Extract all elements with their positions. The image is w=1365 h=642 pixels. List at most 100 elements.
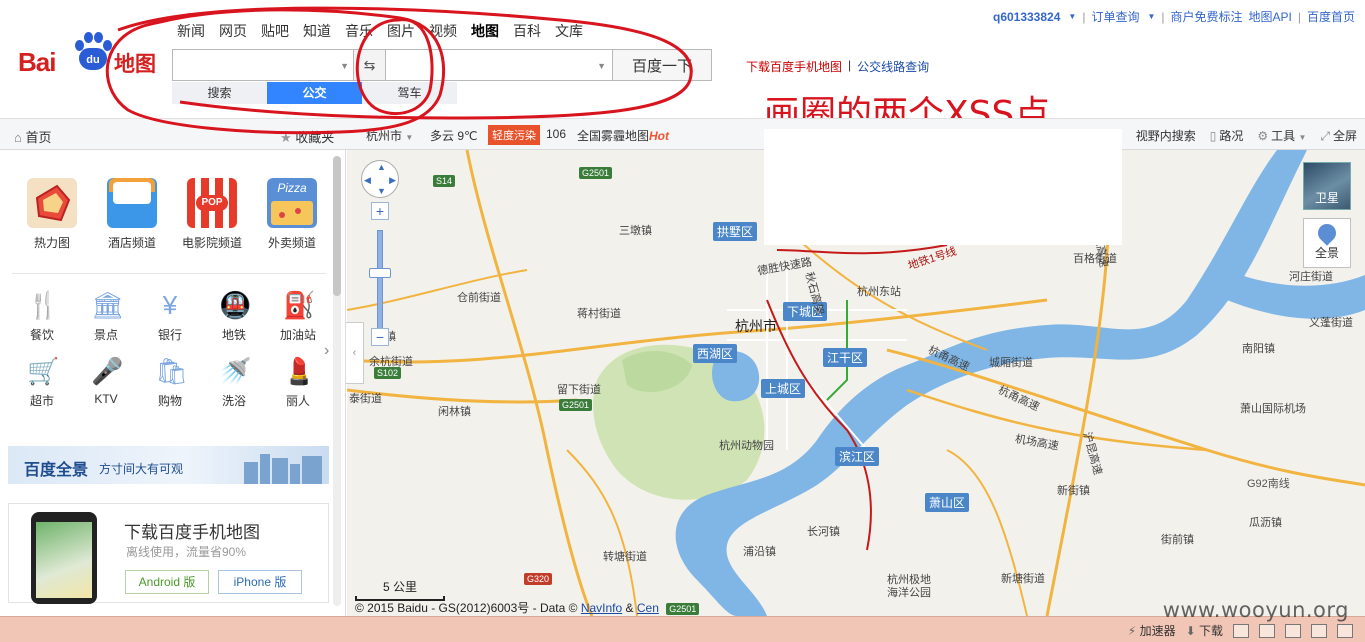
chevron-right-icon[interactable]: ›	[324, 342, 329, 360]
district-label[interactable]: 西湖区	[693, 344, 738, 363]
trash-icon[interactable]	[1259, 623, 1275, 638]
baidu-map-logo[interactable]: Bai du 地图	[18, 30, 158, 77]
nav-zhidao[interactable]: 知道	[296, 21, 338, 41]
nav-map[interactable]: 地图	[464, 21, 506, 41]
category-beauty[interactable]: 💄 丽人	[266, 356, 330, 409]
satellite-toggle[interactable]: 卫星	[1303, 162, 1351, 210]
star-icon: ★	[280, 130, 296, 145]
category-supermarket[interactable]: 🛒 超市	[10, 356, 74, 409]
category-shopping[interactable]: 🛍 购物	[138, 356, 202, 409]
navinfo-link[interactable]: NavInfo	[581, 601, 622, 615]
category-dining[interactable]: 🍴 餐饮	[10, 290, 74, 343]
chevron-down-icon: ▼	[405, 133, 414, 142]
search-button[interactable]: 百度一下	[612, 49, 712, 81]
panel-collapse-toggle[interactable]: ‹	[346, 322, 364, 384]
fullscreen-button[interactable]: ⤢ 全屏	[1320, 127, 1357, 144]
category-bath[interactable]: 🚿 洗浴	[202, 356, 266, 409]
heatmap-channel[interactable]: 热力图	[12, 178, 92, 251]
nav-tieba[interactable]: 贴吧	[254, 21, 296, 41]
category-gas-station[interactable]: ⛽ 加油站	[266, 290, 330, 343]
iphone-download-button[interactable]: iPhone 版	[218, 570, 302, 594]
place-label: 南阳镇	[1242, 343, 1275, 355]
chevron-down-icon[interactable]: ▼	[1068, 12, 1076, 21]
merchant-link[interactable]: 商户免费标注	[1171, 8, 1243, 25]
chevron-down-icon[interactable]: ▼	[1147, 12, 1155, 21]
start-point-input[interactable]: ▼	[172, 49, 353, 81]
watermark: www.wooyun.org	[1162, 598, 1349, 622]
highway-shield: G2501	[579, 167, 613, 179]
city-selector[interactable]: 杭州市 ▼	[366, 127, 413, 144]
hotel-channel[interactable]: 酒店频道	[92, 178, 172, 251]
baidu-home-link[interactable]: 百度首页	[1307, 8, 1355, 25]
category-subway[interactable]: 🚇 地铁	[202, 290, 266, 343]
category-ktv[interactable]: 🎤 KTV	[74, 356, 138, 409]
pan-control[interactable]: ▲ ▼ ◀ ▶	[361, 160, 399, 198]
view-search-button[interactable]: 视野内搜索	[1136, 127, 1196, 144]
download-app-link[interactable]: 下载百度手机地图	[746, 58, 842, 75]
download-button[interactable]: ⬇ 下载	[1186, 622, 1223, 639]
tab-drive[interactable]: 驾车	[362, 82, 457, 104]
nav-baike[interactable]: 百科	[506, 21, 548, 41]
nav-web[interactable]: 网页	[212, 21, 254, 41]
username-link[interactable]: q601333824	[993, 10, 1060, 24]
cen-link[interactable]: Cen	[637, 601, 659, 615]
window-button[interactable]	[1285, 623, 1301, 638]
takeout-channel[interactable]: Pizza 外卖频道	[252, 178, 332, 251]
traffic-button[interactable]: ▯ 路况	[1210, 127, 1244, 144]
order-query-link[interactable]: 订单查询	[1091, 8, 1139, 25]
district-label[interactable]: 江干区	[823, 348, 868, 367]
favorites-link[interactable]: ★ 收藏夹	[280, 127, 334, 146]
map-city-label: 杭州市	[735, 319, 777, 335]
route-search-bar: ▼ ⇆ ▼ 百度一下	[172, 49, 712, 81]
nav-news[interactable]: 新闻	[170, 21, 212, 41]
category-bank[interactable]: ¥ 银行	[138, 290, 202, 343]
highway-shield: S102	[374, 367, 402, 379]
tab-bus[interactable]: 公交	[267, 82, 362, 104]
nav-music[interactable]: 音乐	[338, 21, 380, 41]
place-label: 三墩镇	[619, 225, 652, 237]
zoom-slider-thumb[interactable]	[369, 268, 391, 278]
home-link[interactable]: ⌂ 首页	[14, 127, 51, 146]
category-scenic[interactable]: 🏛 景点	[74, 290, 138, 343]
fog-map-link[interactable]: 全国雾霾地图Hot	[577, 127, 669, 144]
android-download-button[interactable]: Android 版	[125, 570, 209, 594]
money-bag-icon: ¥	[162, 290, 178, 320]
nav-wenku[interactable]: 文库	[548, 21, 590, 41]
cinema-channel[interactable]: POP 电影院频道	[172, 178, 252, 251]
bus-route-query-link[interactable]: 公交线路查询	[857, 58, 929, 75]
category-grid: 🍴 餐饮 🏛 景点 ¥ 银行 🚇 地铁 ⛽ 加油站 🛒 超市 🎤 KTV 🛍 购物 🚿 洗浴 💄 丽…	[10, 290, 330, 409]
district-label[interactable]: 滨江区	[835, 447, 880, 466]
end-point-input[interactable]: ▼	[386, 49, 612, 81]
window-button[interactable]	[1311, 623, 1327, 638]
tab-search[interactable]: 搜索	[172, 82, 267, 104]
district-label[interactable]: 上城区	[761, 379, 806, 398]
logo-suffix: 地图	[114, 52, 156, 76]
divider	[12, 273, 326, 274]
accelerator-button[interactable]: ⚡ 加速器	[1128, 622, 1176, 639]
gear-icon: ⚙	[1257, 129, 1269, 143]
window-button[interactable]	[1233, 623, 1249, 638]
panel-scrollbar[interactable]	[333, 156, 341, 606]
panorama-banner[interactable]: 百度全景 方寸间大有可观	[8, 446, 329, 484]
fullscreen-icon: ⤢	[1320, 129, 1330, 143]
chevron-down-icon[interactable]: ▼	[597, 61, 606, 71]
zoom-slider[interactable]	[377, 230, 383, 336]
nav-video[interactable]: 视频	[422, 21, 464, 41]
swap-icon[interactable]: ⇆	[353, 49, 386, 81]
window-button[interactable]	[1337, 623, 1353, 638]
zoom-in-button[interactable]: +	[371, 202, 389, 220]
place-label: 瓜沥镇	[1249, 517, 1282, 529]
map-api-link[interactable]: 地图API	[1249, 8, 1292, 25]
fork-knife-icon: 🍴	[27, 290, 60, 320]
chevron-down-icon[interactable]: ▼	[340, 61, 349, 71]
place-label: 新塘街道	[1001, 573, 1045, 585]
district-label[interactable]: 拱墅区	[713, 222, 758, 241]
zoom-out-button[interactable]: −	[371, 328, 389, 346]
panorama-toggle[interactable]: 全景	[1303, 218, 1351, 268]
product-nav: 新闻 网页 贴吧 知道 音乐 图片 视频 地图 百科 文库	[170, 21, 590, 41]
aqi-badge: 轻度污染	[488, 125, 540, 145]
nav-images[interactable]: 图片	[380, 21, 422, 41]
subway-icon: 🚇	[219, 290, 252, 320]
district-label[interactable]: 萧山区	[925, 493, 970, 512]
tools-button[interactable]: ⚙ 工具 ▼	[1257, 127, 1306, 144]
